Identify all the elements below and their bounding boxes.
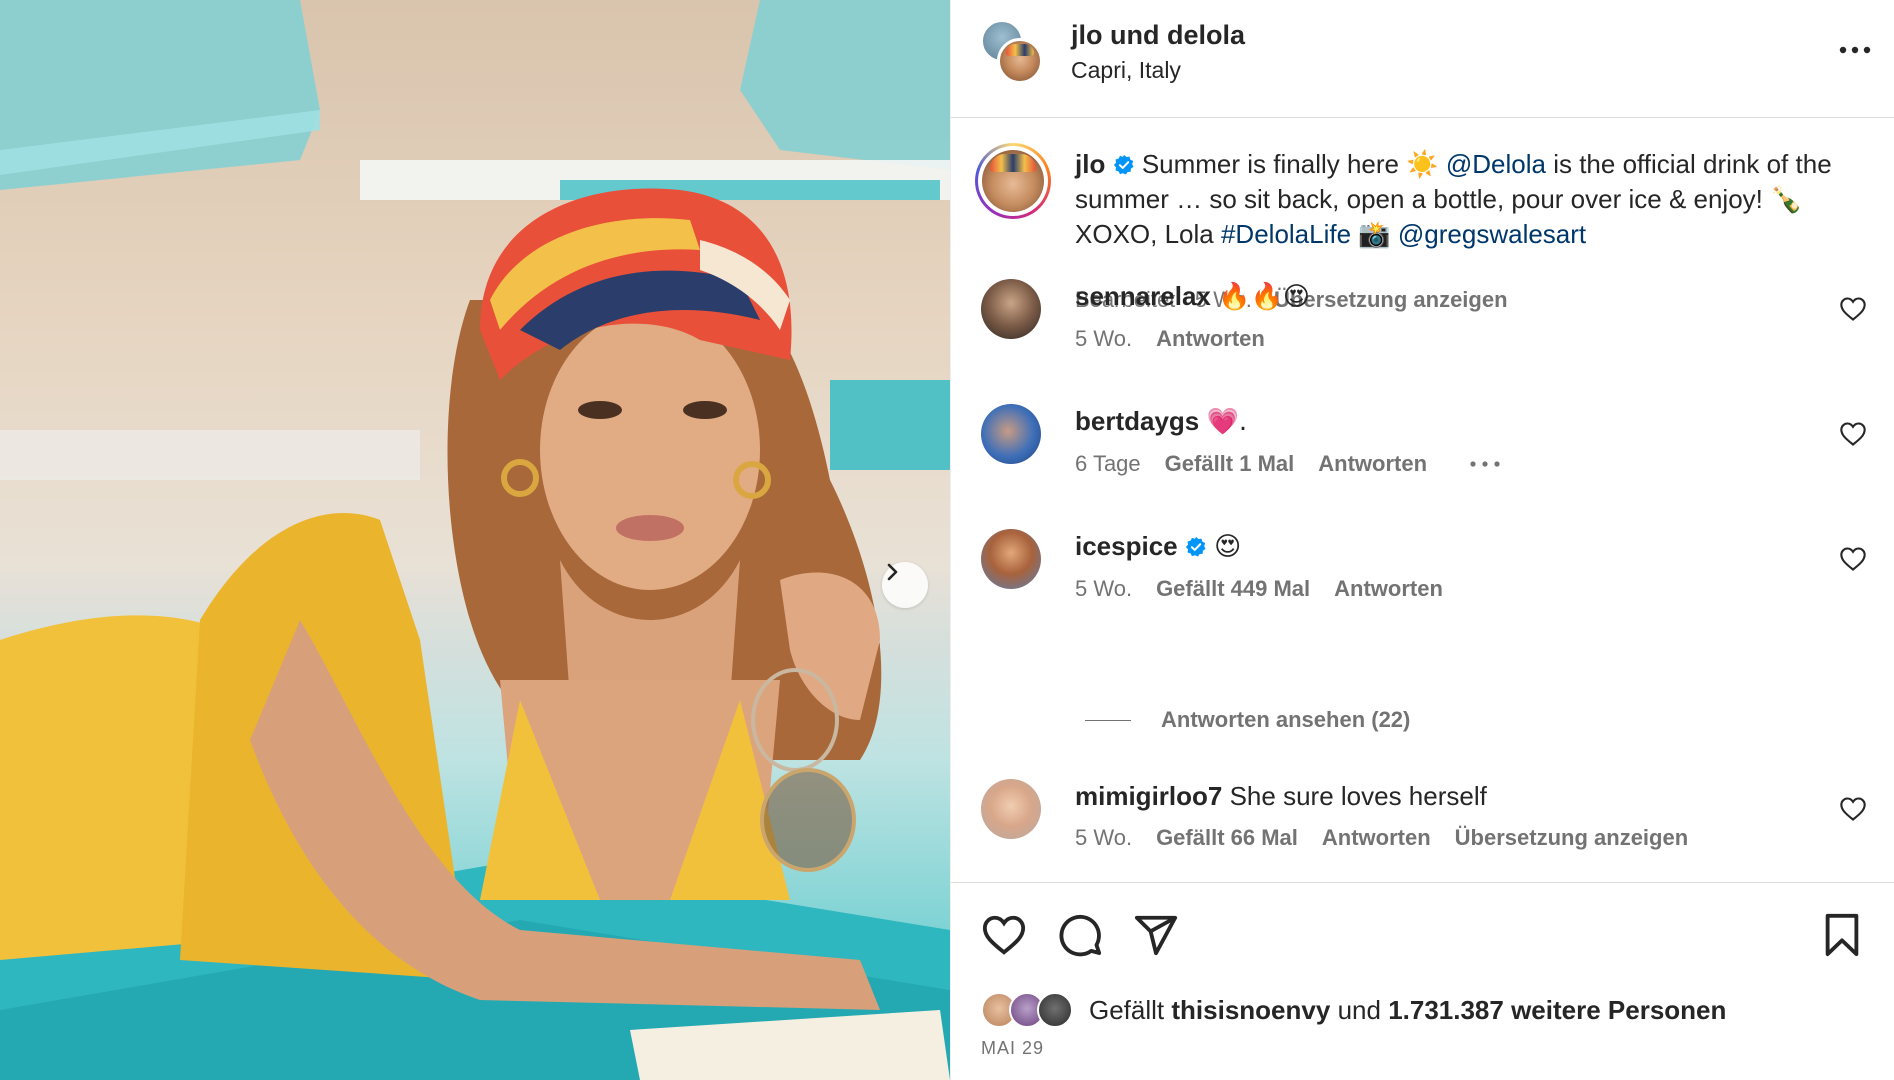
- comment-age[interactable]: 5 Wo.: [1075, 825, 1132, 851]
- avatar: [982, 150, 1044, 212]
- comments-section[interactable]: jlo Summer is finally here ☀️ @Delola is…: [951, 119, 1894, 883]
- comment-age[interactable]: 5 Wo.: [1075, 576, 1132, 602]
- comment-username[interactable]: mimigirloo7: [1075, 781, 1222, 811]
- comment-item: icespice 😍 5 Wo. Gefällt 449 Mal Antwort…: [981, 529, 1881, 639]
- likes-summary[interactable]: Gefällt thisisnoenvy und 1.731.387 weite…: [981, 990, 1726, 1030]
- comment-text: 😍: [1214, 532, 1242, 562]
- post-date[interactable]: MAI 29: [981, 1038, 1044, 1059]
- avatar[interactable]: [981, 404, 1041, 464]
- comment-username[interactable]: bertdaygs: [1075, 406, 1199, 436]
- heart-icon[interactable]: [1839, 295, 1867, 323]
- heart-icon[interactable]: [981, 912, 1027, 958]
- comment-icon[interactable]: [1057, 912, 1103, 958]
- comment-text: 🔥🔥😍: [1218, 282, 1310, 312]
- more-icon: [1839, 46, 1871, 54]
- ellipsis-icon[interactable]: [1469, 460, 1501, 468]
- post-location[interactable]: Capri, Italy: [1071, 57, 1181, 84]
- heart-icon[interactable]: [1839, 795, 1867, 823]
- likes-text: Gefällt thisisnoenvy und 1.731.387 weite…: [1089, 995, 1726, 1026]
- comment-likes[interactable]: Gefällt 66 Mal: [1156, 825, 1298, 851]
- liker-avatars: [981, 990, 1077, 1030]
- collab-avatars[interactable]: [981, 20, 1043, 84]
- caption-username[interactable]: jlo: [1075, 149, 1105, 179]
- post-header: jlo und delola Capri, Italy: [951, 0, 1894, 118]
- comment-item: bertdaygs 💗. 6 Tage Gefällt 1 Mal Antwor…: [981, 404, 1881, 514]
- comment-username[interactable]: sennarelax: [1075, 281, 1211, 311]
- sun-emoji: ☀️: [1406, 150, 1439, 180]
- verified-icon: [1113, 154, 1134, 175]
- avatar[interactable]: [981, 779, 1041, 839]
- likes-count[interactable]: 1.731.387 weitere Personen: [1388, 995, 1726, 1025]
- comment-text: 💗.: [1206, 407, 1248, 437]
- caption-text: jlo Summer is finally here ☀️ @Delola is…: [1075, 147, 1835, 252]
- mention-link[interactable]: @Delola: [1446, 149, 1546, 179]
- comment-age[interactable]: 5 Wo.: [1075, 326, 1132, 352]
- hashtag-link[interactable]: #DelolaLife: [1221, 219, 1351, 249]
- comment-likes[interactable]: Gefällt 449 Mal: [1156, 576, 1310, 602]
- replies-divider: [1085, 719, 1131, 721]
- post-photo[interactable]: [0, 0, 950, 1080]
- heart-icon[interactable]: [1839, 545, 1867, 573]
- bookmark-icon[interactable]: [1819, 912, 1865, 958]
- bottle-emoji: 🍾: [1770, 185, 1803, 215]
- view-replies-label: Antworten ansehen (22): [1161, 707, 1411, 732]
- verified-icon: [1185, 536, 1206, 557]
- post-sidebar: jlo und delola Capri, Italy jlo Summer i…: [950, 0, 1894, 1080]
- caption-segment: Summer is finally here: [1141, 149, 1400, 179]
- camera-emoji: 📸: [1358, 220, 1391, 250]
- avatar: [997, 38, 1043, 84]
- post-actions: Gefällt thisisnoenvy und 1.731.387 weite…: [951, 884, 1894, 1080]
- post-author-names[interactable]: jlo und delola: [1071, 20, 1245, 51]
- comment-age[interactable]: 6 Tage: [1075, 451, 1141, 477]
- liker-username[interactable]: thisisnoenvy: [1171, 995, 1330, 1025]
- likes-connector: und: [1337, 994, 1381, 1025]
- reply-button[interactable]: Antworten: [1156, 326, 1265, 352]
- chevron-right-icon: [887, 563, 898, 581]
- avatar[interactable]: [981, 279, 1041, 339]
- avatar[interactable]: [981, 529, 1041, 589]
- share-icon[interactable]: [1133, 912, 1179, 958]
- next-image-button[interactable]: [882, 562, 928, 608]
- reply-button[interactable]: Antworten: [1318, 451, 1427, 477]
- mention-link[interactable]: @gregswalesart: [1398, 219, 1586, 249]
- caption-segment: XOXO, Lola: [1075, 219, 1214, 249]
- comment-text: She sure loves herself: [1229, 781, 1487, 811]
- avatar: [1037, 992, 1073, 1028]
- story-ring[interactable]: [975, 143, 1051, 219]
- reply-button[interactable]: Antworten: [1322, 825, 1431, 851]
- comment-item: sennarelax 🔥🔥😍 5 Wo. Antworten: [981, 279, 1881, 389]
- comment-likes[interactable]: Gefällt 1 Mal: [1165, 451, 1295, 477]
- comment-item: mimigirloo7 She sure loves herself 5 Wo.…: [981, 779, 1881, 882]
- photo-illustration: [0, 0, 950, 1080]
- reply-button[interactable]: Antworten: [1334, 576, 1443, 602]
- heart-icon[interactable]: [1839, 420, 1867, 448]
- more-options-button[interactable]: [1835, 38, 1875, 62]
- comment-username[interactable]: icespice: [1075, 531, 1178, 561]
- likes-prefix: Gefällt: [1089, 994, 1165, 1025]
- view-replies-button[interactable]: Antworten ansehen (22): [1085, 707, 1410, 733]
- translate-button[interactable]: Übersetzung anzeigen: [1455, 825, 1688, 851]
